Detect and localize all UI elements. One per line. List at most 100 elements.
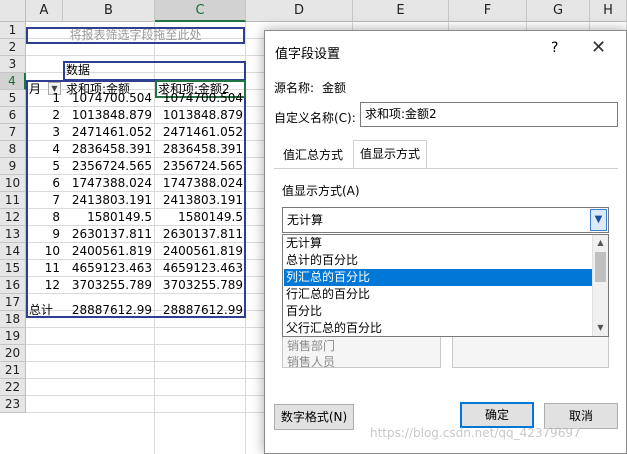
amount-cell[interactable]: 3703255.789 <box>63 277 155 294</box>
column-header-a[interactable]: A <box>26 0 63 22</box>
row-header-2[interactable]: 2 <box>0 39 26 56</box>
column-header-e[interactable]: E <box>353 0 449 22</box>
amount-cell[interactable]: 2836458.391 <box>63 141 155 158</box>
amount2-cell[interactable]: 2400561.819 <box>155 243 246 260</box>
column-header-g[interactable]: G <box>527 0 590 22</box>
amount2-cell[interactable]: 2356724.565 <box>155 158 246 175</box>
options-scrollbar[interactable]: ▲ ▼ <box>592 235 608 336</box>
grand-total-amount2: 28887612.99 <box>162 303 243 317</box>
month-cell[interactable]: 6 <box>26 175 63 192</box>
chevron-down-icon[interactable]: ▼ <box>590 209 607 231</box>
option-item[interactable]: 行汇总的百分比 <box>284 286 593 303</box>
row-header-19[interactable]: 19 <box>0 328 26 345</box>
row-header-6[interactable]: 6 <box>0 107 26 124</box>
month-cell[interactable]: 8 <box>26 209 63 226</box>
row-header-7[interactable]: 7 <box>0 124 26 141</box>
row-header-4[interactable]: 4 <box>0 73 26 90</box>
column-header-f[interactable]: F <box>449 0 527 22</box>
base-field-item[interactable]: 销售人员 <box>287 353 335 370</box>
report-filter-drop-zone[interactable]: 将报表筛选字段拖至此处 <box>26 27 245 44</box>
amount-cell[interactable]: 2630137.811 <box>63 226 155 243</box>
amount-cell[interactable]: 2413803.191 <box>63 192 155 209</box>
watermark: https://blog.csdn.net/qq_42379697 <box>370 426 581 440</box>
amount-cell[interactable]: 4659123.463 <box>63 260 155 277</box>
month-cell[interactable]: 1 <box>26 90 63 107</box>
scroll-thumb[interactable] <box>595 252 606 282</box>
column-header-h[interactable]: H <box>590 0 627 22</box>
row-header-20[interactable]: 20 <box>0 345 26 362</box>
row-header-5[interactable]: 5 <box>0 90 26 107</box>
select-all-corner[interactable] <box>0 0 26 22</box>
row-header-13[interactable]: 13 <box>0 226 26 243</box>
amount2-cell[interactable]: 1580149.5 <box>155 209 246 226</box>
month-cell[interactable]: 12 <box>26 277 63 294</box>
option-item[interactable]: 无计算 <box>284 235 593 252</box>
amount2-cell[interactable]: 1013848.879 <box>155 107 246 124</box>
row-header-17[interactable]: 17 <box>0 294 26 311</box>
amount-cell[interactable]: 2356724.565 <box>63 158 155 175</box>
row-header-21[interactable]: 21 <box>0 362 26 379</box>
amount2-cell[interactable]: 4659123.463 <box>155 260 246 277</box>
row-header-11[interactable]: 11 <box>0 192 26 209</box>
amount2-cell[interactable]: 2471461.052 <box>155 124 246 141</box>
tab-summarize-by[interactable]: 值汇总方式 <box>277 142 349 168</box>
month-cell[interactable]: 3 <box>26 124 63 141</box>
amount2-cell[interactable]: 3703255.789 <box>155 277 246 294</box>
tab-show-values-as[interactable]: 值显示方式 <box>353 140 428 168</box>
amount2-cell[interactable]: 2630137.811 <box>155 226 246 243</box>
amount-cell[interactable]: 1013848.879 <box>63 107 155 124</box>
base-field-list[interactable]: 销售部门 销售人员 <box>282 336 441 370</box>
custom-name-label: 自定义名称(C): <box>274 111 356 125</box>
option-item[interactable]: 列汇总的百分比 <box>284 269 593 286</box>
show-values-as-options[interactable]: 无计算 总计的百分比 列汇总的百分比 行汇总的百分比 百分比 父行汇总的百分比 ▲ ▼ <box>282 234 609 337</box>
month-cell[interactable]: 5 <box>26 158 63 175</box>
amount2-cell[interactable]: 2836458.391 <box>155 141 246 158</box>
help-icon[interactable]: ? <box>551 40 558 56</box>
amount2-cell[interactable]: 1747388.024 <box>155 175 246 192</box>
column-header-b[interactable]: B <box>63 0 155 22</box>
row-header-14[interactable]: 14 <box>0 243 26 260</box>
close-icon[interactable]: ✕ <box>591 37 606 58</box>
scroll-up-icon[interactable]: ▲ <box>593 235 608 251</box>
row-header-9[interactable]: 9 <box>0 158 26 175</box>
source-name-label: 源名称: <box>274 81 315 95</box>
month-cell[interactable]: 10 <box>26 243 63 260</box>
amount-cell[interactable]: 1580149.5 <box>63 209 155 226</box>
base-item-list[interactable] <box>452 336 609 368</box>
grand-total-amount: 28887612.99 <box>71 303 152 317</box>
month-cell[interactable]: 7 <box>26 192 63 209</box>
month-cell[interactable]: 2 <box>26 107 63 124</box>
row-header-1[interactable]: 1 <box>0 22 26 39</box>
amount-cell[interactable]: 1747388.024 <box>63 175 155 192</box>
row-header-8[interactable]: 8 <box>0 141 26 158</box>
row-header-3[interactable]: 3 <box>0 56 26 73</box>
row-header-22[interactable]: 22 <box>0 379 26 396</box>
row-header-16[interactable]: 16 <box>0 277 26 294</box>
amount-cell[interactable]: 2471461.052 <box>63 124 155 141</box>
column-header-d[interactable]: D <box>246 0 353 22</box>
row-header-15[interactable]: 15 <box>0 260 26 277</box>
base-field-item[interactable]: 销售部门 <box>287 337 335 354</box>
custom-name-input[interactable]: 求和项:金额2 <box>360 102 618 127</box>
option-item[interactable]: 父行汇总的百分比 <box>284 320 593 337</box>
dialog-title: 值字段设置 <box>275 47 341 62</box>
ok-button[interactable]: 确定 <box>460 402 534 428</box>
month-cell[interactable]: 4 <box>26 141 63 158</box>
row-header-23[interactable]: 23 <box>0 396 26 413</box>
amount-cell[interactable]: 1074700.504 <box>63 90 155 107</box>
amount2-cell[interactable]: 2413803.191 <box>155 192 246 209</box>
amount2-cell[interactable]: 1074700.504 <box>155 90 246 107</box>
month-cell[interactable]: 11 <box>26 260 63 277</box>
row-header-10[interactable]: 10 <box>0 175 26 192</box>
show-values-as-combo[interactable]: 无计算 <box>282 207 609 233</box>
row-header-12[interactable]: 12 <box>0 209 26 226</box>
scroll-down-icon[interactable]: ▼ <box>593 320 608 336</box>
column-header-c[interactable]: C <box>155 0 246 22</box>
number-format-button[interactable]: 数字格式(N) <box>274 404 354 430</box>
option-item[interactable]: 百分比 <box>284 303 593 320</box>
value-field-settings-dialog: 值字段设置 ? ✕ 源名称: 金额 自定义名称(C): 求和项:金额2 值汇总方… <box>264 30 627 454</box>
month-cell[interactable]: 9 <box>26 226 63 243</box>
amount-cell[interactable]: 2400561.819 <box>63 243 155 260</box>
option-item[interactable]: 总计的百分比 <box>284 252 593 269</box>
row-header-18[interactable]: 18 <box>0 311 26 328</box>
